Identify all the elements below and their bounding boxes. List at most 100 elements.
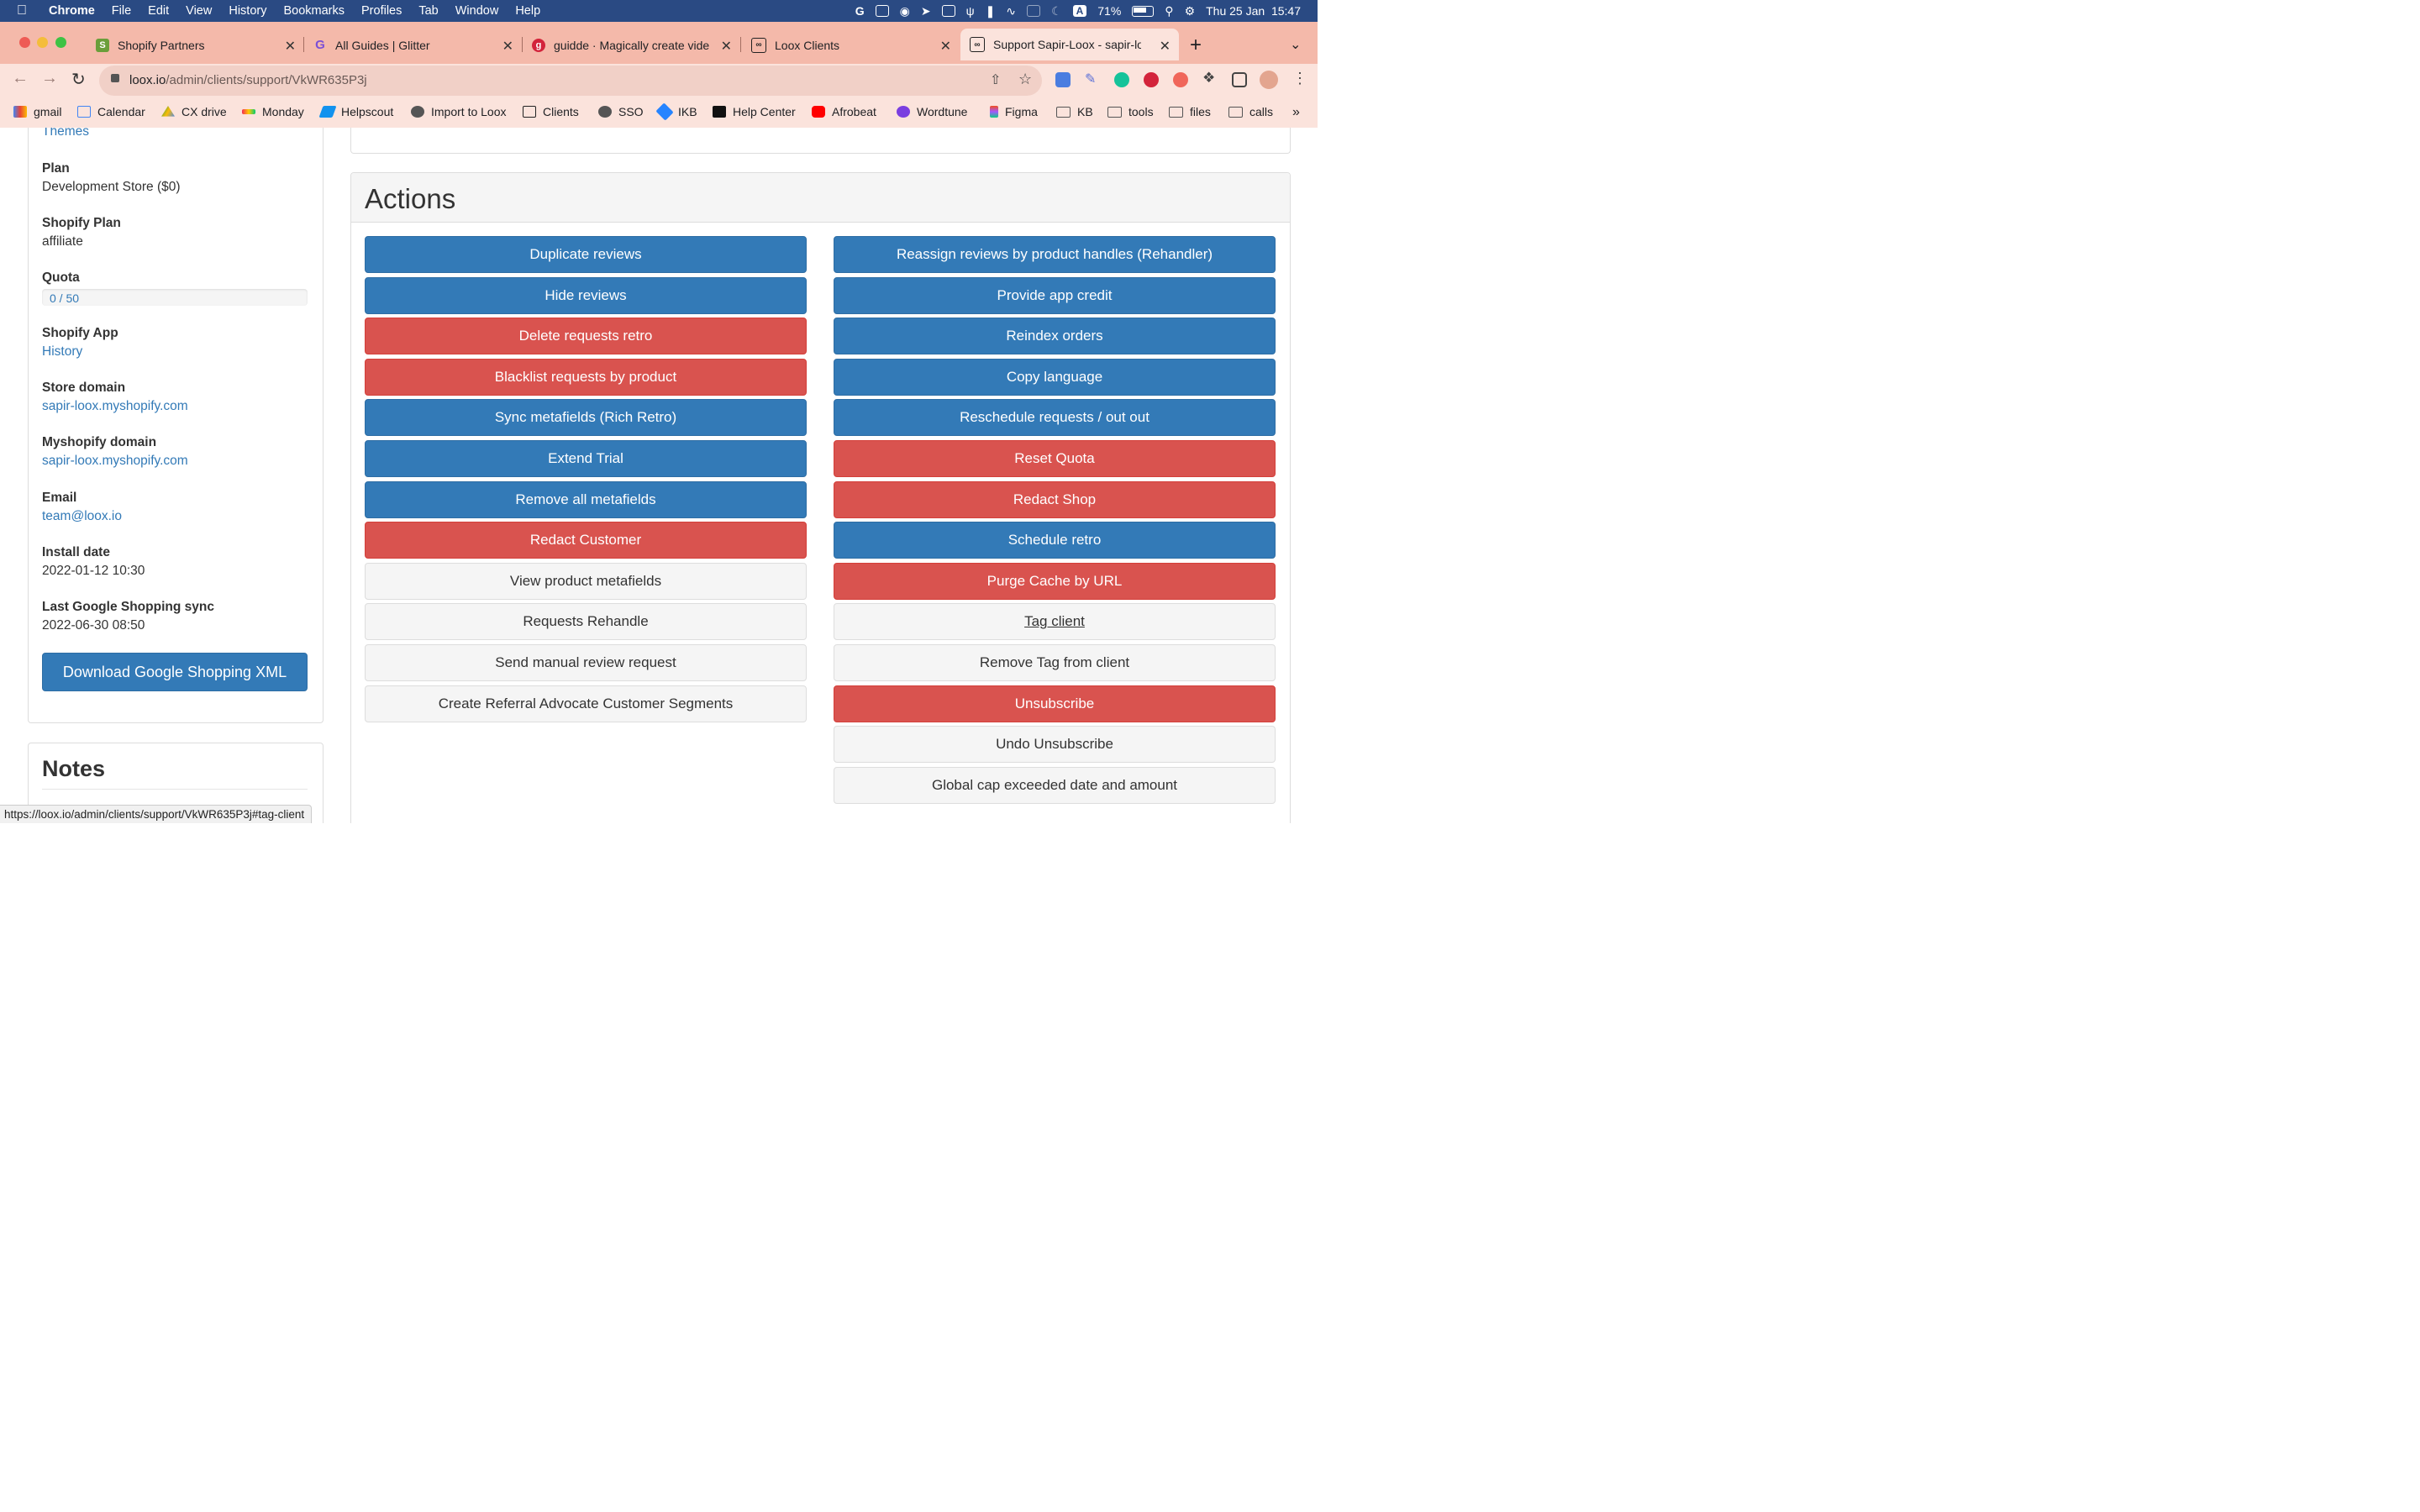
bookmark-folder-kb[interactable]: KB [1056,105,1093,118]
extend-trial-button[interactable]: Extend Trial [365,440,807,477]
spotlight-search-icon[interactable]: ⚲ [1165,4,1173,18]
tab-loox-clients[interactable]: ∞ Loox Clients ✕ [751,31,951,59]
create-referral-advocate-customer-segments-button[interactable]: Create Referral Advocate Customer Segmen… [365,685,807,722]
bookmark-afrobeat[interactable]: Afrobeat [812,105,876,118]
bird-icon[interactable]: ➤ [921,4,931,18]
tab-close-icon[interactable]: ✕ [940,38,951,55]
bookmark-folder-files[interactable]: files [1169,105,1211,118]
fork-icon[interactable]: ψ [966,4,975,18]
menubar-clock[interactable]: Thu 25 Jan 15:47 [1206,4,1301,18]
tab-close-icon[interactable]: ✕ [721,38,732,55]
moon-icon[interactable]: ☾ [1051,4,1062,18]
extensions-puzzle-icon[interactable]: ❖ [1202,70,1218,86]
wifi-icon[interactable]: ∿ [1006,4,1016,18]
bookmark-folder-tools[interactable]: tools [1107,105,1154,118]
reset-quota-button[interactable]: Reset Quota [834,440,1276,477]
bookmark-clients[interactable]: Clients [523,105,579,118]
tab-close-icon[interactable]: ✕ [1160,38,1171,55]
download-google-shopping-xml-button[interactable]: Download Google Shopping XML [42,653,308,691]
menu-bookmarks[interactable]: Bookmarks [283,4,345,18]
bluetooth-icon[interactable]: ❚ [986,4,996,18]
grammarly-icon[interactable]: G [855,4,865,18]
pen-extension-icon[interactable]: ✎ [1085,71,1100,87]
bookmark-ikb[interactable]: IKB [655,102,697,121]
global-cap-exceeded-date-and-amount-button[interactable]: Global cap exceeded date and amount [834,766,1276,804]
bookmark-sso[interactable]: SSO [598,105,644,118]
menu-window[interactable]: Window [455,4,499,18]
bookmarks-overflow-icon[interactable]: » [1292,105,1300,120]
undo-unsubscribe-button[interactable]: Undo Unsubscribe [834,726,1276,764]
bookmark-monday[interactable]: Monday [242,105,304,118]
tab-guidde[interactable]: g guidde · Magically create vide ✕ [532,31,732,59]
tab-glitter-guides[interactable]: G All Guides | Glitter ✕ [313,31,513,59]
bookmark-wordtune[interactable]: Wordtune [897,105,967,118]
drive-icon[interactable] [875,5,889,17]
loox-extension-icon[interactable] [1173,72,1188,87]
window-maximize-icon[interactable] [55,37,66,48]
duplicate-reviews-button[interactable]: Duplicate reviews [365,236,807,273]
menu-tab[interactable]: Tab [418,4,438,18]
chrome-menu-icon[interactable]: ⋮ [1292,70,1307,87]
copy-language-button[interactable]: Copy language [834,358,1276,396]
view-product-metafields-button[interactable]: View product metafields [365,562,807,600]
window-minimize-icon[interactable] [37,37,48,48]
bookmark-cx-drive[interactable]: CX drive [161,105,227,118]
tab-close-icon[interactable]: ✕ [285,38,296,55]
tag-client-button[interactable]: Tag client [834,603,1276,641]
guidde-extension-icon[interactable] [1144,72,1159,87]
window-close-icon[interactable] [19,37,30,48]
store-domain-link[interactable]: sapir-loox.myshopify.com [42,399,188,414]
control-center-icon[interactable]: ⚙ [1185,4,1196,18]
menu-history[interactable]: History [229,4,266,18]
remove-all-metafields-button[interactable]: Remove all metafields [365,480,807,518]
new-tab-plus-icon[interactable]: + [1190,34,1202,57]
reassign-reviews-by-product-handles-rehandler-button[interactable]: Reassign reviews by product handles (Reh… [834,236,1276,273]
menu-help[interactable]: Help [515,4,540,18]
bookmark-helpscout[interactable]: Helpscout [318,105,393,118]
unsubscribe-button[interactable]: Unsubscribe [834,685,1276,722]
bookmark-help-center[interactable]: Help Center [713,105,796,118]
delete-requests-retro-button[interactable]: Delete requests retro [365,318,807,355]
forward-arrow-icon[interactable]: → [41,69,58,88]
input-source-icon[interactable]: A [1072,5,1087,17]
purge-cache-by-url-button[interactable]: Purge Cache by URL [834,562,1276,600]
reload-icon[interactable]: ↻ [71,69,86,90]
bookmark-import-to-loox[interactable]: Import to Loox [411,105,507,118]
menu-app-name[interactable]: Chrome [49,4,95,18]
bookmark-folder-calls[interactable]: calls [1228,105,1273,118]
schedule-retro-button[interactable]: Schedule retro [834,522,1276,559]
address-bar[interactable]: loox.io/admin/clients/support/VkWR635P3j… [99,66,1042,96]
tab-shopify-partners[interactable]: S Shopify Partners ✕ [96,31,296,59]
menu-profiles[interactable]: Profiles [361,4,402,18]
display-icon[interactable] [1027,5,1041,17]
redact-customer-button[interactable]: Redact Customer [365,522,807,559]
provide-app-credit-button[interactable]: Provide app credit [834,276,1276,314]
lock-icon[interactable] [111,74,119,82]
back-arrow-icon[interactable]: ← [12,69,29,88]
translate-extension-icon[interactable] [1055,72,1071,87]
tab-close-icon[interactable]: ✕ [502,38,513,55]
blacklist-requests-by-product-button[interactable]: Blacklist requests by product [365,358,807,396]
apple-icon[interactable]:  [17,3,34,18]
record-icon[interactable]: ◉ [900,4,910,18]
remove-tag-from-client-button[interactable]: Remove Tag from client [834,644,1276,681]
tab-support-sapir-loox[interactable]: ∞ Support Sapir-Loox - sapir-loo ✕ [960,29,1179,60]
bookmark-star-icon[interactable]: ☆ [1018,71,1032,88]
email-link[interactable]: team@loox.io [42,509,122,524]
send-manual-review-request-button[interactable]: Send manual review request [365,644,807,681]
sync-metafields-rich-retro-button[interactable]: Sync metafields (Rich Retro) [365,399,807,437]
grammarly-extension-icon[interactable] [1114,72,1129,87]
hide-reviews-button[interactable]: Hide reviews [365,276,807,314]
address-url[interactable]: loox.io/admin/clients/support/VkWR635P3j [129,73,367,87]
profile-avatar-icon[interactable] [1260,71,1278,89]
battery-icon[interactable] [1132,5,1155,17]
bookmark-calendar[interactable]: Calendar [77,105,145,118]
redact-shop-button[interactable]: Redact Shop [834,480,1276,518]
requests-rehandle-button[interactable]: Requests Rehandle [365,603,807,641]
screens-icon[interactable] [941,5,955,17]
share-icon[interactable]: ⇧ [990,71,1001,88]
tab-search-chevron-icon[interactable]: ⌄ [1290,36,1301,53]
bookmark-gmail[interactable]: gmail [13,105,61,118]
themes-link[interactable]: Themes [42,128,89,139]
reschedule-requests-out-out-button[interactable]: Reschedule requests / out out [834,399,1276,437]
